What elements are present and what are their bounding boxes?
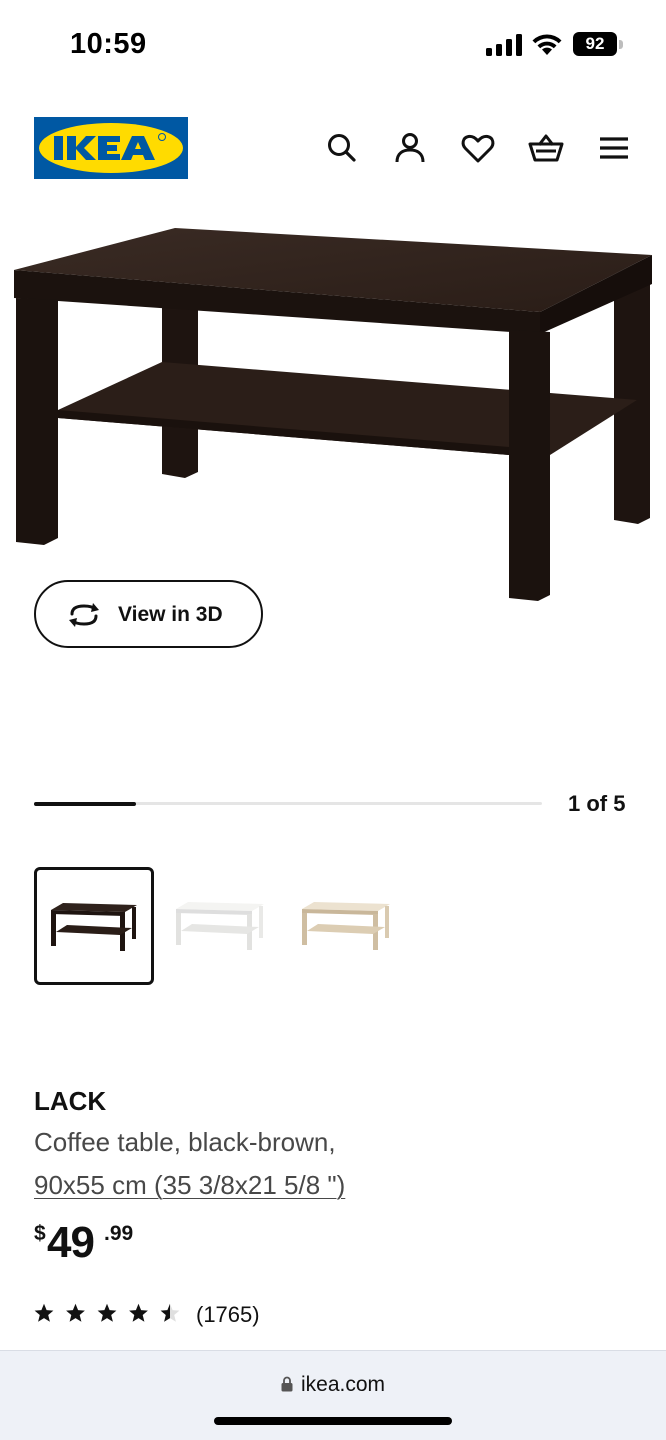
- product-description: Coffee table, black-brown,: [34, 1127, 336, 1157]
- image-progress-fill: [34, 801, 136, 806]
- price-integer: 49: [47, 1218, 95, 1267]
- rating-star: [66, 1303, 85, 1322]
- image-counter: 1 of 5: [568, 791, 626, 816]
- thumbnail-white[interactable]: [160, 867, 280, 985]
- rotate-3d-icon: [69, 603, 99, 627]
- rating-star: [34, 1303, 54, 1322]
- battery-tip: [619, 40, 623, 49]
- status-bar: 10:59 92: [0, 0, 666, 90]
- price-decimal: .99: [104, 1222, 134, 1245]
- rating-stars-icon: [34, 1303, 180, 1322]
- status-time: 10:59: [70, 28, 147, 60]
- review-count: (1765): [196, 1302, 260, 1327]
- product-size-link[interactable]: 90x55 cm (35 3/8x21 5/8 "): [34, 1170, 345, 1201]
- menu-icon[interactable]: [596, 130, 632, 166]
- lock-icon: [281, 1376, 293, 1392]
- product-name: LACK: [34, 1086, 107, 1116]
- basket-icon[interactable]: [528, 130, 564, 166]
- url-container[interactable]: ikea.com: [0, 1373, 666, 1397]
- url-text: ikea.com: [300, 1373, 386, 1396]
- ikea-logo[interactable]: [34, 117, 188, 179]
- wifi-icon: [532, 34, 562, 55]
- product-rating[interactable]: (1765): [34, 1300, 334, 1330]
- price-currency: $: [34, 1222, 46, 1245]
- thumbnail-black-brown[interactable]: [34, 867, 154, 985]
- view-in-3d-button[interactable]: View in 3D: [34, 580, 263, 648]
- heart-icon[interactable]: [460, 130, 496, 166]
- account-icon[interactable]: [392, 130, 428, 166]
- battery-level: 92: [573, 32, 617, 56]
- rating-star: [129, 1303, 148, 1322]
- search-icon[interactable]: [324, 130, 360, 166]
- browser-address-bar[interactable]: ikea.com: [0, 1350, 666, 1440]
- home-indicator[interactable]: [214, 1417, 452, 1425]
- site-header: [0, 100, 666, 200]
- signal-icon: [486, 34, 522, 56]
- image-progress-track: [34, 801, 542, 806]
- view-in-3d-label: View in 3D: [118, 603, 223, 626]
- product-image[interactable]: [0, 215, 666, 615]
- battery-indicator: 92: [573, 32, 623, 56]
- rating-star: [97, 1303, 117, 1322]
- thumbnail-white-stained-oak[interactable]: [286, 867, 406, 985]
- rating-star: [160, 1303, 180, 1322]
